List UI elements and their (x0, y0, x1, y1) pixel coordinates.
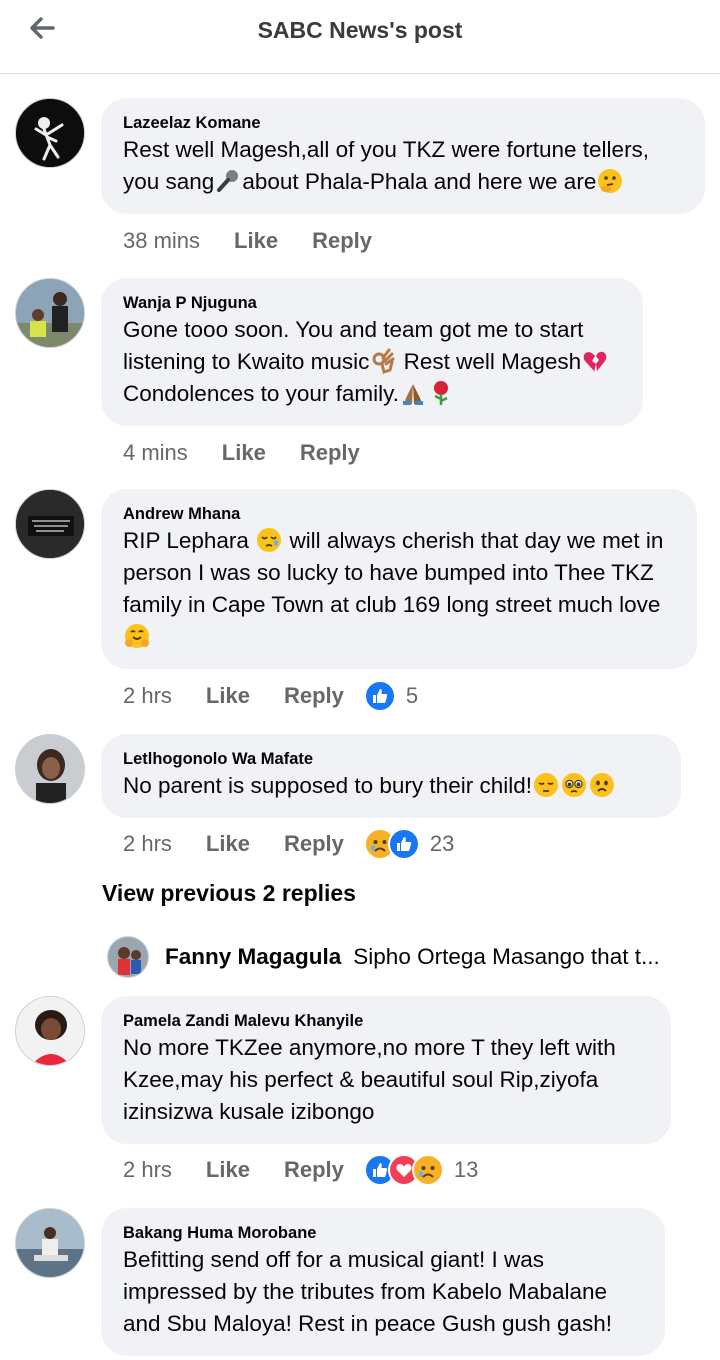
worried-emoji (589, 773, 614, 797)
page-title: SABC News's post (257, 17, 463, 43)
comment-text: Gone tooo soon. You and team got me to s… (123, 314, 621, 410)
pensive-emoji (533, 773, 558, 797)
like-button[interactable]: Like (206, 683, 250, 709)
comment-meta: 2 hrs Like Reply 13 (123, 1150, 478, 1190)
broken-heart-emoji (583, 351, 607, 372)
hugging-emoji (125, 624, 149, 648)
comment-bubble[interactable]: Lazeelaz Komane Rest well Magesh,all of … (101, 98, 705, 214)
reply-button[interactable]: Reply (284, 683, 344, 709)
reply-button[interactable]: Reply (312, 228, 372, 254)
comment-author[interactable]: Letlhogonolo Wa Mafate (123, 748, 659, 770)
comment-text-part: about Phala-Phala and here we are (242, 169, 597, 194)
comment-text-part: No parent is supposed to bury their chil… (123, 773, 532, 798)
avatar[interactable] (107, 936, 149, 978)
comment-text-part: Condolences to your family. (123, 381, 399, 406)
avatar[interactable] (15, 278, 85, 348)
reply-button[interactable]: Reply (300, 440, 360, 466)
folded-hands-emoji (402, 384, 423, 405)
like-reaction-icon (363, 680, 396, 712)
reply-text: Sipho Ortega Masango that t... (353, 944, 660, 969)
reaction-count[interactable]: 13 (454, 1157, 478, 1183)
comment-meta: 2 hrs Like Reply 5 (123, 676, 418, 716)
comment-text-part: RIP Lephara (123, 528, 256, 553)
comment-time[interactable]: 38 mins (123, 228, 200, 254)
comment-time[interactable]: 2 hrs (123, 1157, 172, 1183)
comment-meta: 2 hrs Like Reply 23 (123, 824, 454, 864)
comment-text: No more TKZee anymore,no more T they lef… (123, 1035, 616, 1124)
comment-bubble[interactable]: Wanja P Njuguna Gone tooo soon. You and … (101, 278, 643, 426)
rose-emoji (433, 381, 448, 405)
comment-time[interactable]: 4 mins (123, 440, 188, 466)
top-bar: SABC News's post (0, 0, 720, 74)
reaction-count[interactable]: 23 (430, 831, 454, 857)
avatar[interactable] (15, 489, 85, 559)
comment-bubble[interactable]: Bakang Huma Morobane Befitting send off … (101, 1208, 665, 1356)
like-button[interactable]: Like (234, 228, 278, 254)
reaction-count[interactable]: 5 (406, 683, 418, 709)
sleepy-emoji (257, 528, 282, 552)
reply-author[interactable]: Fanny Magagula (165, 944, 341, 970)
comment-meta: 38 mins Like Reply (123, 221, 406, 261)
comment-bubble[interactable]: Andrew Mhana RIP Lephara will always che… (101, 489, 697, 669)
thinking-emoji (598, 169, 623, 193)
comment-text: No parent is supposed to bury their chil… (123, 770, 659, 802)
comment-bubble[interactable]: Letlhogonolo Wa Mafate No parent is supp… (101, 734, 681, 818)
like-button[interactable]: Like (206, 831, 250, 857)
avatar[interactable] (15, 734, 85, 804)
reaction-summary[interactable] (363, 680, 396, 712)
like-button[interactable]: Like (206, 1157, 250, 1183)
comment-time[interactable]: 2 hrs (123, 683, 172, 709)
comment-meta: 4 mins Like Reply (123, 433, 394, 473)
comment-author[interactable]: Lazeelaz Komane (123, 112, 683, 134)
pleading-emoji (561, 773, 586, 797)
comment-author[interactable]: Bakang Huma Morobane (123, 1222, 643, 1244)
comment-author[interactable]: Andrew Mhana (123, 503, 675, 525)
comment-text: Befitting send off for a musical giant! … (123, 1247, 613, 1336)
reply-button[interactable]: Reply (284, 1157, 344, 1183)
comment-time[interactable]: 2 hrs (123, 831, 172, 857)
avatar[interactable] (15, 98, 85, 168)
comment-text: RIP Lephara will always cherish that day… (123, 525, 675, 653)
microphone-emoji (217, 170, 239, 192)
like-reaction-icon (387, 828, 420, 860)
reply-button[interactable]: Reply (284, 831, 344, 857)
comment-text: Rest well Magesh,all of you TKZ were for… (123, 134, 683, 198)
comment-author[interactable]: Pamela Zandi Malevu Khanyile (123, 1010, 649, 1032)
like-button[interactable]: Like (222, 440, 266, 466)
comment-bubble[interactable]: Pamela Zandi Malevu Khanyile No more TKZ… (101, 996, 671, 1144)
avatar[interactable] (15, 1208, 85, 1278)
avatar[interactable] (15, 996, 85, 1066)
view-previous-replies-link[interactable]: View previous 2 replies (102, 880, 356, 907)
reaction-summary[interactable] (363, 828, 420, 860)
reply-preview[interactable]: Fanny Magagula Sipho Ortega Masango that… (107, 935, 697, 979)
reaction-summary[interactable] (363, 1154, 444, 1186)
comment-text-part: Rest well Magesh (397, 349, 582, 374)
ok-hand-emoji (372, 348, 395, 374)
sad-reaction-icon (411, 1154, 444, 1186)
comment-author[interactable]: Wanja P Njuguna (123, 292, 621, 314)
